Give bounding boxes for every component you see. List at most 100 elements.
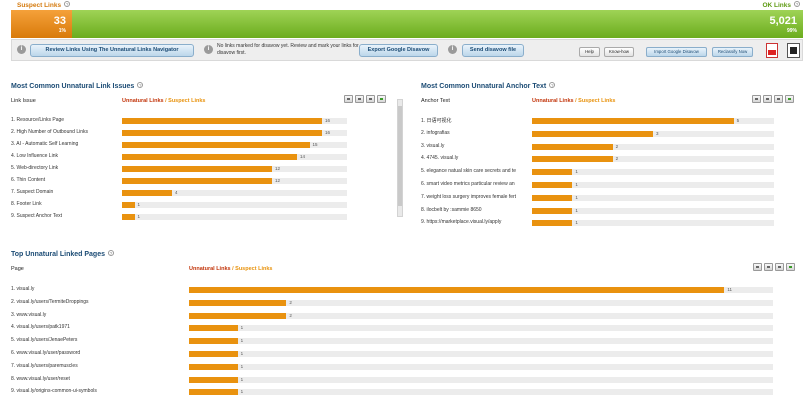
bar-fill[interactable] [189,351,238,357]
info-icon: i [17,45,26,54]
bar-row[interactable]: 1. 日语可视化 5 [421,115,801,127]
bar-row[interactable]: 9. Suspect Anchor Text 1 [11,211,396,223]
know-how-button[interactable]: Know-how [604,47,634,57]
bar-row[interactable]: 9. visual.ly/origins-common-ui-symbols 1 [11,386,801,398]
review-links-button[interactable]: Review Links Using The Unnatural Links N… [30,44,194,57]
download-icon[interactable] [344,95,353,103]
bar-row[interactable]: 2. infografias 3 [421,128,801,140]
bar-fill[interactable] [532,220,573,227]
bar-row[interactable]: 6. smart video metrics particular review… [421,179,801,191]
help-icon[interactable]: ? [794,1,800,7]
bar-fill[interactable] [189,376,238,383]
bar-fill[interactable] [122,118,322,124]
ok-links-segment[interactable]: 5,021 99% [72,10,803,38]
bar-row[interactable]: 3. AI - Automatic Self Learning 15 [11,139,396,151]
bar-fill[interactable] [532,207,573,214]
bar-label: 1. Resource/Links Page [11,117,65,123]
bar-label: 3. AI - Automatic Self Learning [11,141,79,147]
download-icon[interactable] [752,95,761,103]
bar-row[interactable]: 3. visual.ly 2 [421,141,801,153]
bar-fill[interactable] [532,182,573,188]
bar-fill[interactable] [189,389,238,396]
bar-fill[interactable] [532,130,653,137]
table-icon[interactable] [774,95,783,103]
bar-label: 2. High Number of Outbound Links [11,129,88,135]
bar-fill[interactable] [189,338,238,345]
bar-fill[interactable] [122,202,135,208]
bar-fill[interactable] [189,325,238,332]
vertical-scrollbar[interactable] [397,99,403,217]
bar-row[interactable]: 5. elegance natual skin care secrets and… [421,166,801,178]
bar-row[interactable]: 6. Thin Content 12 [11,175,396,187]
send-disavow-file-button[interactable]: Send disavow file [462,44,524,57]
bar-row[interactable]: 9. https://marketplace.visual.ly/apply 1 [421,217,801,229]
bar-fill[interactable] [122,214,135,220]
help-icon[interactable]: ? [549,82,556,88]
bar-fill[interactable] [122,178,272,184]
bar-row[interactable]: 8. www.visual.ly/user/reset 1 [11,374,801,386]
bar-row[interactable]: 1. Resource/Links Page 16 [11,115,396,127]
excel-icon[interactable] [377,95,386,103]
bar-fill[interactable] [122,190,172,196]
bar-fill[interactable] [532,169,573,176]
legend-unnatural: Unnatural Links [189,266,231,272]
bar-fill[interactable] [122,166,272,172]
help-icon[interactable]: ? [64,1,71,7]
chart-legend: Unnatural Links / Suspect Links [532,98,615,104]
reclassify-now-button[interactable]: Reclassify Now [712,47,753,57]
import-google-disavow-button[interactable]: Import Google Disavow [646,47,707,57]
bar-fill[interactable] [532,143,613,150]
help-button[interactable]: Help [579,47,600,57]
help-icon[interactable]: ? [137,82,144,88]
help-icon[interactable]: ? [108,250,114,256]
pdf-export-icon[interactable] [766,43,778,58]
bar-fill[interactable] [532,194,573,201]
bar-fill[interactable] [122,154,297,160]
bar-row[interactable]: 7. weight loss surgery improves female f… [421,192,801,204]
download-icon[interactable] [753,263,762,271]
excel-icon[interactable] [786,263,795,271]
bar-value: 2 [289,312,292,318]
bar-row[interactable]: 4. 4745. visual.ly 2 [421,153,801,165]
bar-fill[interactable] [189,299,287,306]
bar-row[interactable]: 2. visual.ly/users/TermiteDroppings 2 [11,297,801,309]
bar-fill[interactable] [189,363,238,370]
bar-value: 16 [325,118,331,123]
bar-row[interactable]: 7. visual.ly/users/paremuscles 1 [11,361,801,373]
bar-track [532,220,774,227]
bar-track [532,143,774,150]
bar-fill[interactable] [532,118,734,124]
bar-row[interactable]: 8. Footer Link 1 [11,199,396,211]
export-google-disavow-button[interactable]: Export Google Disavow [359,44,438,57]
scrollbar-thumb[interactable] [398,106,402,206]
bar-row[interactable]: 5. visual.ly/users/JenaePeters 1 [11,335,801,347]
bar-fill[interactable] [532,156,613,163]
bar-row[interactable]: 5. Web-directory Link 12 [11,163,396,175]
chart-tools [752,95,794,103]
bar-fill[interactable] [122,142,310,148]
excel-export-icon[interactable] [787,43,800,58]
excel-icon[interactable] [785,95,794,103]
bar-row[interactable]: 4. visual.ly/users/patk1971 1 [11,322,801,334]
bar-track [122,166,347,172]
bar-row[interactable]: 7. Suspect Domain 4 [11,187,396,199]
print-icon[interactable] [764,263,773,271]
bar-fill[interactable] [189,312,287,319]
bar-track [122,130,347,136]
bar-row[interactable]: 3. www.visual.ly 2 [11,310,801,322]
table-icon[interactable] [775,263,784,271]
bar-row[interactable]: 4. Low Influence Link 14 [11,151,396,163]
bar-fill[interactable] [189,287,725,293]
suspect-links-segment[interactable]: 33 1% [11,10,72,38]
print-icon[interactable] [355,95,364,103]
bar-row[interactable]: 1. visual.ly 11 [11,284,801,296]
bar-row[interactable]: 6. www.visual.ly/user/password 1 [11,348,801,360]
bar-row[interactable]: 2. High Number of Outbound Links 16 [11,127,396,139]
print-icon[interactable] [763,95,772,103]
bar-value: 1 [240,376,244,382]
bar-value: 4 [175,190,178,195]
bar-row[interactable]: 8. ilocbelt by :sammie 8650 1 [421,205,801,217]
table-icon[interactable] [366,95,375,103]
bar-fill[interactable] [122,130,322,136]
bar-label: 7. Suspect Domain [11,189,54,195]
